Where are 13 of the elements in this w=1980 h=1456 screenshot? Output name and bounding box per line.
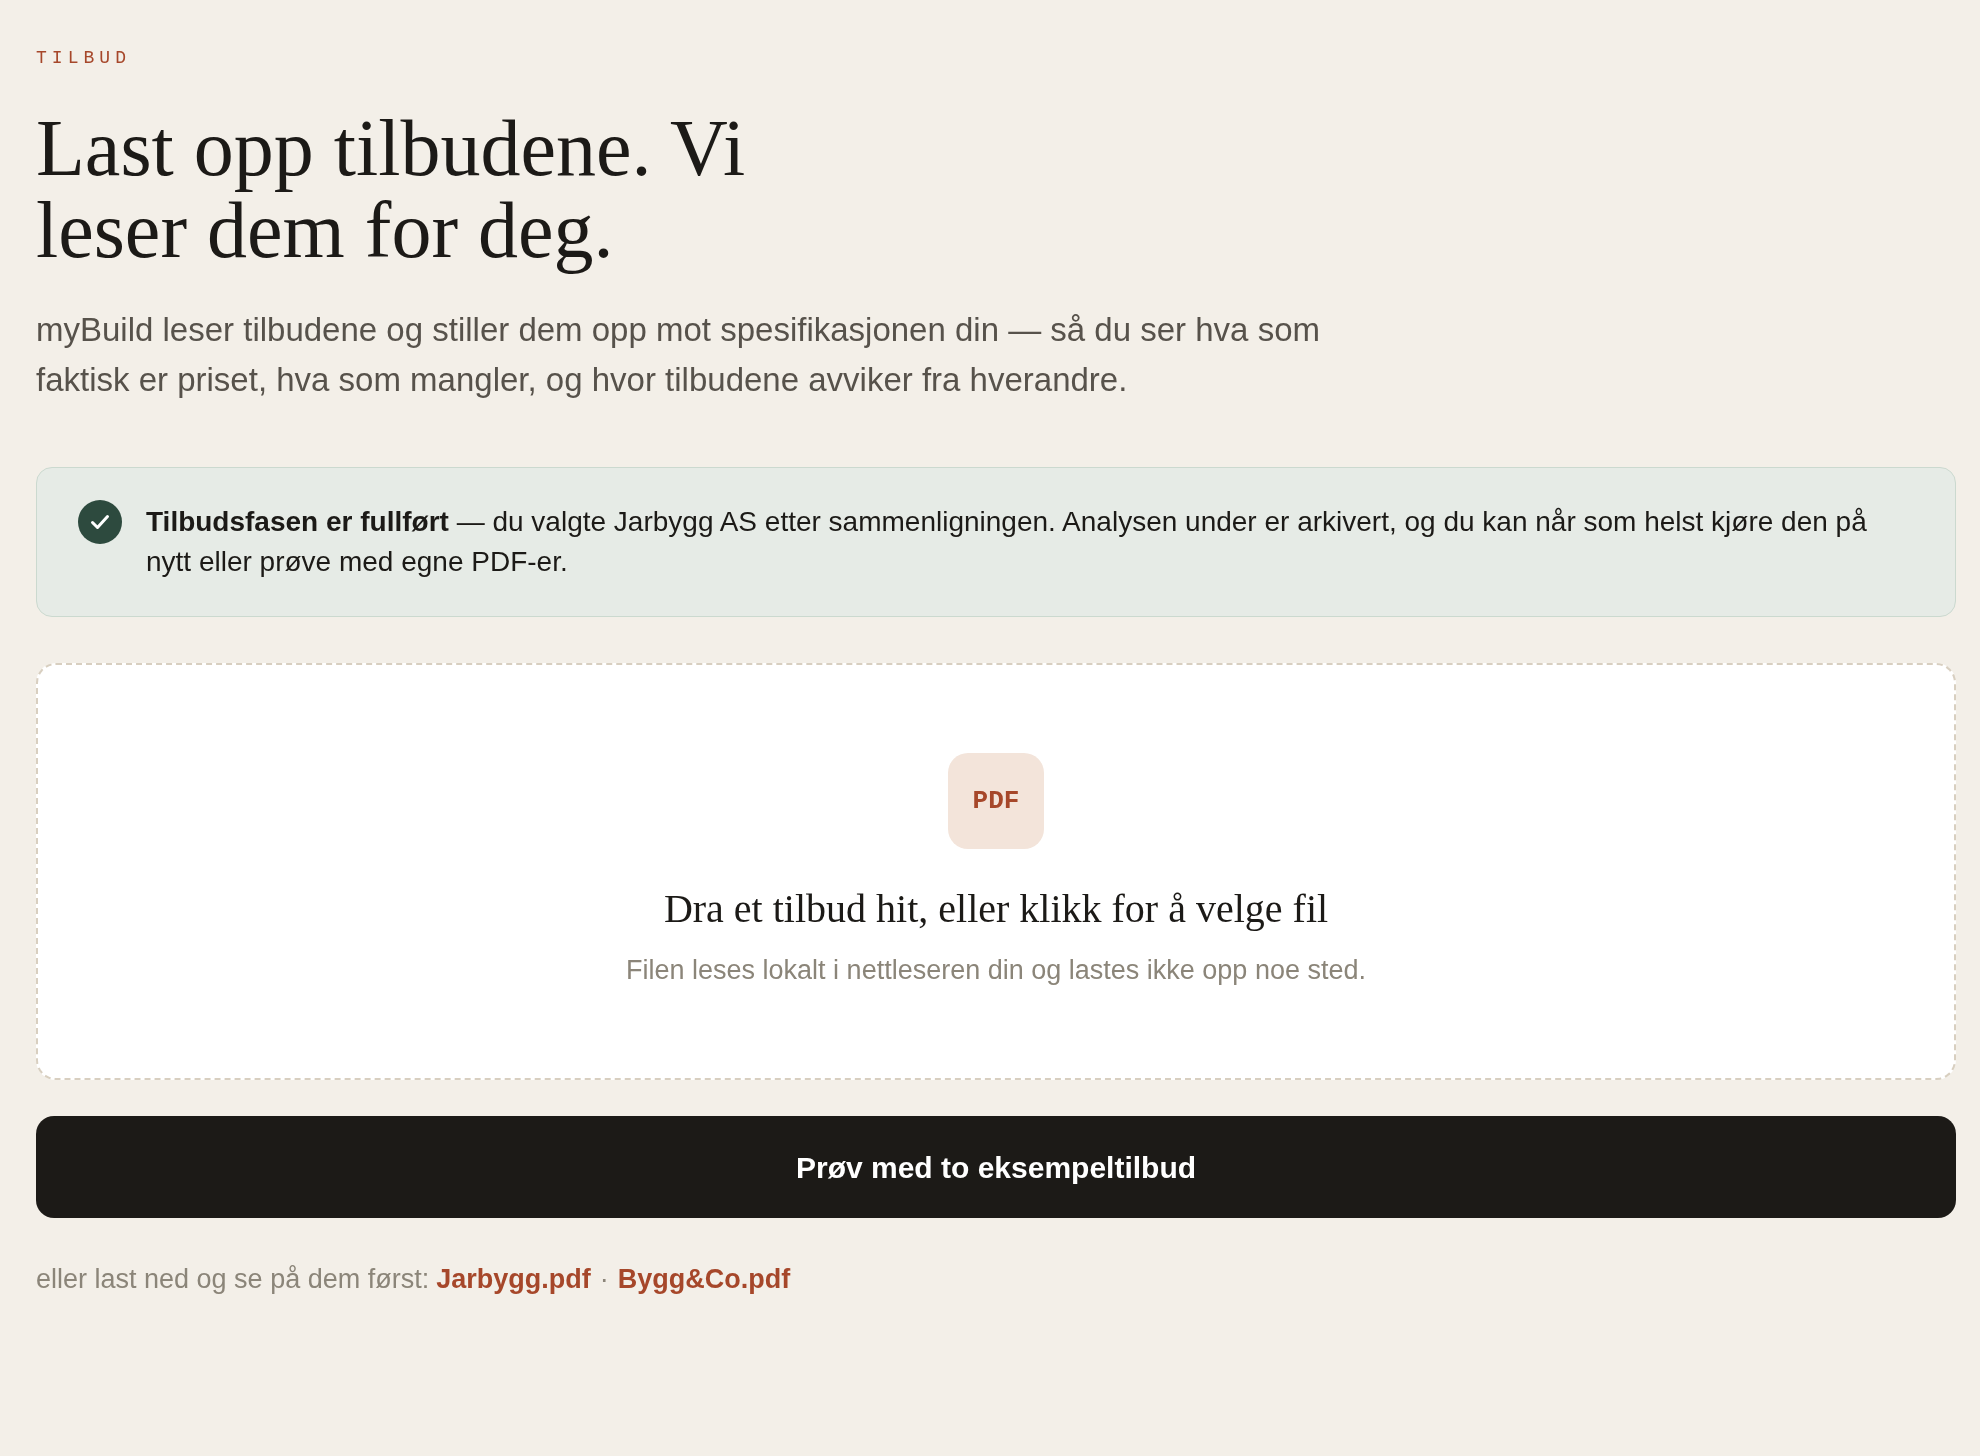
intro-paragraph: myBuild leser tilbudene og stiller dem opp mot spesifikasjonen din — så du ser hva som faktisk er priset, hva som mangler, og hvor tilbudene avviker fra hverandre. bbox=[36, 310, 1321, 400]
file-drop-zone[interactable]: PDF Dra et tilbud hit, eller klikk for å velge fil Filen leses lokalt i nettleseren din og lastes ikke opp noe sted. bbox=[36, 663, 1956, 1080]
file-download-link[interactable]: Bygg&Co.pdf bbox=[617, 1264, 791, 1294]
file-download-link[interactable]: Jarbygg.pdf bbox=[436, 1264, 591, 1294]
eyebrow-label: TILBUD bbox=[36, 47, 132, 70]
check-circle-icon bbox=[78, 500, 122, 544]
drop-zone-hint: Filen leses lokalt i nettleseren din og lastes ikke opp noe sted. bbox=[626, 955, 1366, 985]
link-separator: · bbox=[599, 1264, 609, 1294]
download-prompt: eller last ned og se på dem først: bbox=[36, 1264, 430, 1294]
file-type-tile: PDF bbox=[948, 753, 1044, 849]
sample-offers-button[interactable]: Prøv med to eksempeltilbud bbox=[36, 1116, 1956, 1218]
notice-text: Tilbudsfasen er fullført — du valgte Jarbygg AS etter sammenligningen. Analysen under er arkivert, og du kan når som helst kjøre den på nytt eller prøve med egne PDF-er. bbox=[146, 505, 1868, 579]
drop-zone-title: Dra et tilbud hit, eller klikk for å velge fil bbox=[663, 889, 1329, 929]
